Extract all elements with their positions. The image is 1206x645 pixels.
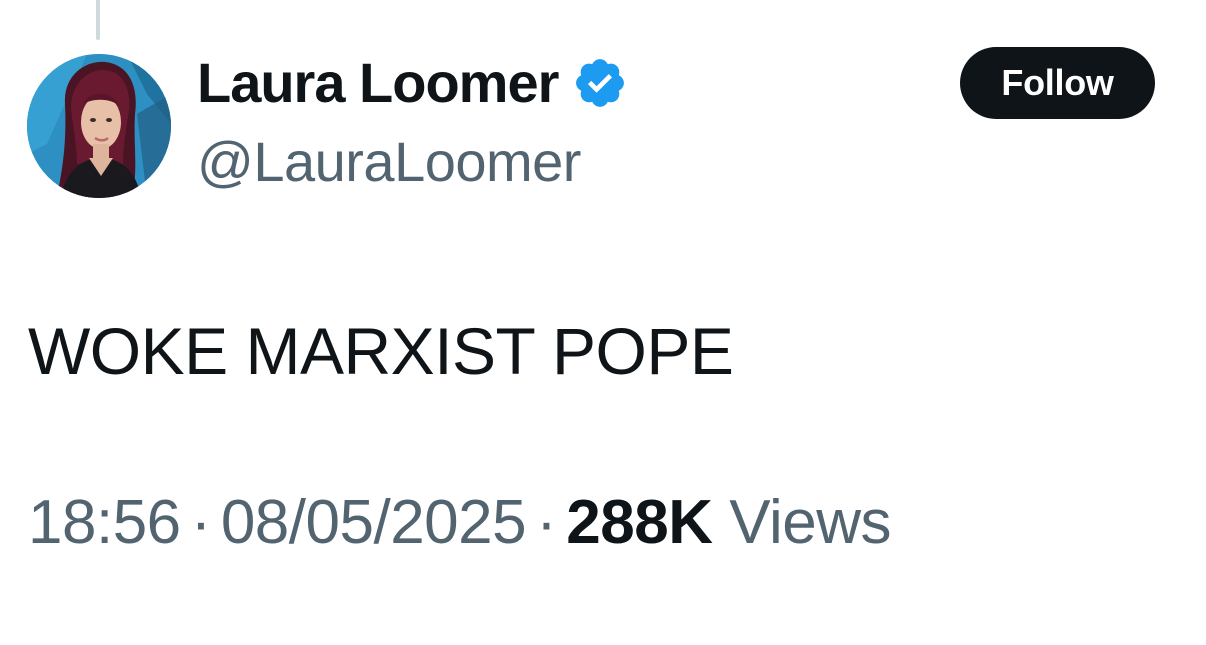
separator: · [190,488,212,557]
author-handle[interactable]: @LauraLoomer [197,134,581,190]
views-count[interactable]: 288K [566,488,713,557]
avatar[interactable] [27,54,171,198]
tweet-time[interactable]: 18:56 [28,488,181,557]
tweet-metadata: 18:56 · 08/05/2025 · 288K Views [28,492,891,554]
author-name-row: Laura Loomer [197,50,628,116]
tweet-date[interactable]: 08/05/2025 [221,488,527,557]
tweet-text: WOKE MARXIST POPE [28,314,734,388]
avatar-photo [27,54,171,198]
follow-button[interactable]: Follow [960,47,1155,119]
thread-connector-line [96,0,100,40]
separator: · [536,488,557,557]
verified-badge-icon[interactable] [572,55,628,111]
views-label: Views [729,488,891,557]
author-display-name[interactable]: Laura Loomer [197,55,559,111]
